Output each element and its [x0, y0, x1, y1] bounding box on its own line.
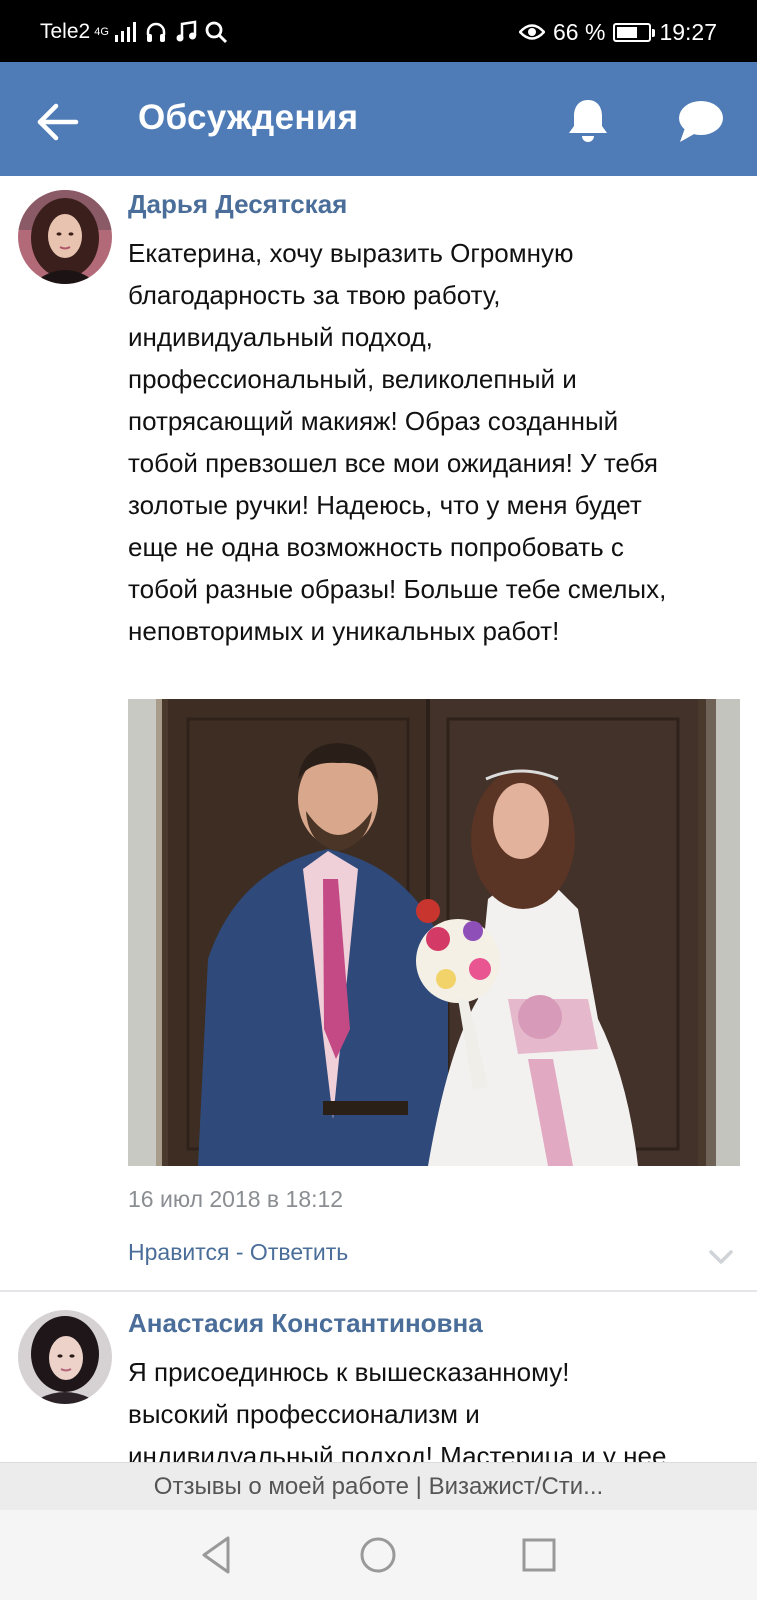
wedding-photo-image	[128, 699, 740, 1166]
comment-text-line: еще не одна возможность попробовать с	[128, 532, 624, 562]
expand-button[interactable]	[704, 1240, 738, 1274]
notifications-button[interactable]	[560, 92, 616, 148]
avatar-image	[18, 1310, 112, 1404]
system-nav-bar	[0, 1510, 757, 1600]
attached-photo[interactable]	[128, 699, 740, 1166]
nav-home-button[interactable]	[355, 1532, 401, 1578]
clock: 19:27	[659, 18, 717, 45]
like-reply-actions[interactable]: Нравится - Ответить	[128, 1239, 348, 1266]
search-icon	[205, 21, 228, 44]
chevron-down-icon	[709, 1250, 733, 1264]
page-title: Обсуждения	[138, 98, 359, 137]
comment-text-line: высокий профессионализм и	[128, 1399, 480, 1429]
music-note-icon	[176, 20, 197, 42]
comment-text: Екатерина, хочу выразить Огромную благод…	[128, 232, 738, 652]
battery-icon	[613, 22, 656, 42]
topic-title: Отзывы о моей работе | Визажист/Сти...	[153, 1473, 604, 1500]
bell-icon	[569, 100, 607, 142]
comment-author[interactable]: Дарья Десятская	[128, 189, 347, 220]
status-left: Tele2 4G	[40, 18, 228, 46]
comment-text-line: золотые ручки! Надеюсь, что у меня будет	[128, 490, 642, 520]
comment-date: 16 июл 2018 в 18:12	[128, 1186, 344, 1212]
comment-text-line: Я присоединюсь к вышесказанному!	[128, 1357, 570, 1387]
triangle-back-icon	[202, 1536, 230, 1574]
nav-recents-button[interactable]	[516, 1532, 562, 1578]
headset-icon	[146, 22, 166, 42]
eye-icon	[519, 24, 545, 40]
comment-text-line: Екатерина, хочу выразить Огромную	[128, 238, 574, 268]
back-button[interactable]	[30, 94, 86, 150]
avatar[interactable]	[18, 1310, 112, 1404]
avatar-image	[18, 190, 112, 284]
back-arrow-icon	[37, 103, 79, 141]
avatar[interactable]	[18, 190, 112, 284]
comment-text-line: индивидуальный подход,	[128, 322, 433, 352]
comment-text-line: неповторимых и уникальных работ!	[128, 616, 560, 646]
comment-author[interactable]: Анастасия Константиновна	[128, 1308, 483, 1339]
comment-text-line: тобой превзошел все мои ожидания! У тебя	[128, 448, 658, 478]
chat-bubble-icon	[679, 101, 723, 142]
comment-text-line: профессиональный, великолепный и	[128, 364, 577, 394]
comment-text-line: тобой разные образы! Больше тебе смелых,	[128, 574, 667, 604]
nav-back-button[interactable]	[196, 1532, 242, 1578]
app-header: Обсуждения	[0, 62, 757, 176]
carrier-label: Tele2	[40, 20, 91, 43]
topic-title-bar[interactable]: Отзывы о моей работе | Визажист/Сти...	[0, 1462, 757, 1510]
network-type: 4G	[94, 26, 109, 38]
comment-text-line: потрясающий макияж! Образ созданный	[128, 406, 619, 436]
comment-divider	[0, 1290, 757, 1292]
status-right: 66 % 19:27	[519, 18, 717, 46]
battery-fill	[617, 26, 638, 38]
signal-icon	[115, 22, 137, 42]
comment-text: Я присоединюсь к вышесказанному! высокий…	[128, 1351, 738, 1477]
comment-text-line: благодарность за твою работу,	[128, 280, 501, 310]
square-recents-icon	[522, 1538, 556, 1572]
status-bar: Tele2 4G 66 % 19:27	[0, 0, 757, 62]
circle-home-icon	[360, 1537, 396, 1573]
messages-button[interactable]	[672, 94, 728, 150]
battery-percent: 66 %	[553, 18, 606, 45]
